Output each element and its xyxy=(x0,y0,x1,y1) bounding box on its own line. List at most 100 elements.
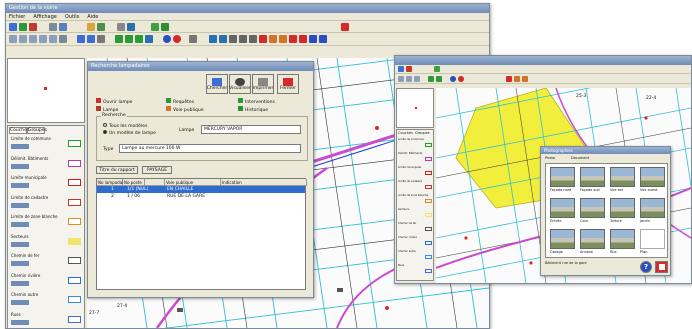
photo-thumbnail[interactable] xyxy=(610,198,635,218)
layer-visibility-icon[interactable] xyxy=(11,222,29,227)
photo-thumbnail[interactable] xyxy=(550,229,575,249)
right-layers-tab-couches[interactable]: Couches xyxy=(398,131,413,135)
col-header-no-poste[interactable]: No poste xyxy=(123,179,145,186)
layer-row[interactable]: Limite de commune xyxy=(398,138,433,151)
layer-style-swatch[interactable] xyxy=(68,276,81,284)
layer-style-swatch[interactable] xyxy=(68,140,81,147)
snap-icon[interactable] xyxy=(209,35,217,43)
tab-photo[interactable]: Photo xyxy=(545,156,555,160)
layers-icon[interactable] xyxy=(29,22,37,31)
layer-visibility-icon[interactable] xyxy=(11,202,29,208)
option-historique[interactable]: Historique xyxy=(238,106,268,113)
layer-row[interactable]: Chemin rivière xyxy=(398,236,433,249)
layer-visibility-icon[interactable] xyxy=(11,319,29,325)
refresh-icon[interactable] xyxy=(145,35,153,43)
right-layers-tab-groupes[interactable]: Groupes xyxy=(415,131,430,135)
redo-icon[interactable] xyxy=(299,35,307,43)
table-green-icon[interactable] xyxy=(161,22,169,31)
col-header-blank[interactable] xyxy=(145,179,165,186)
forward-icon[interactable] xyxy=(319,35,327,43)
layer-visibility-icon[interactable] xyxy=(11,163,29,169)
layer-style-swatch[interactable] xyxy=(425,143,432,147)
layer-row[interactable]: Rues xyxy=(10,311,84,329)
tab-titre-rapport[interactable]: Titre du rapport xyxy=(96,166,138,174)
layer-row[interactable]: Limite municipale xyxy=(10,174,84,192)
select-arrow-icon[interactable] xyxy=(9,35,17,43)
export-icon[interactable] xyxy=(151,22,159,31)
layer-style-swatch[interactable] xyxy=(68,179,81,186)
layer-visibility-icon[interactable] xyxy=(11,280,29,286)
info-icon[interactable] xyxy=(77,35,85,43)
photo-thumbnail[interactable] xyxy=(610,229,635,249)
paste-icon[interactable] xyxy=(279,35,287,43)
stop-icon[interactable] xyxy=(458,75,464,82)
edit-icon[interactable] xyxy=(219,35,227,43)
col-header-no-lampadaire[interactable]: No lampadaire xyxy=(97,179,127,186)
layer-row[interactable]: Limite municipale xyxy=(398,166,433,179)
chart-icon[interactable] xyxy=(87,22,95,31)
photo-thumbnail[interactable] xyxy=(610,167,635,187)
layer-row[interactable]: Délimit. Bâtiments xyxy=(398,152,433,165)
layers-icon[interactable] xyxy=(406,66,412,72)
paste-icon[interactable] xyxy=(522,75,528,82)
layer-row[interactable]: Limite de cadastre xyxy=(10,194,84,212)
layer-row[interactable]: Chemin rivière xyxy=(10,272,84,290)
select-arrow-icon[interactable] xyxy=(398,75,404,82)
photo-thumbnail[interactable] xyxy=(580,167,605,187)
option-voie-publique[interactable]: Voie publique xyxy=(166,106,203,113)
settings-icon[interactable] xyxy=(189,35,197,43)
layer-row[interactable]: Limite de cadastre xyxy=(398,180,433,193)
layer-style-swatch[interactable] xyxy=(425,255,432,259)
layer-row[interactable]: Chemin de fer xyxy=(10,252,84,270)
photo-thumbnail[interactable] xyxy=(640,167,665,187)
stop-icon[interactable] xyxy=(173,35,181,43)
zoom-in-icon[interactable] xyxy=(115,35,123,43)
layer-row[interactable]: Secteurs xyxy=(398,208,433,221)
tab-document[interactable]: Document xyxy=(571,156,589,160)
layers-tab-groupes[interactable]: Groupes xyxy=(27,127,47,134)
menu-outils[interactable]: Outils xyxy=(65,13,79,20)
option-requetes[interactable]: Requêtes xyxy=(166,98,194,105)
photo-thumbnail[interactable] xyxy=(550,167,575,187)
draw-line-icon[interactable] xyxy=(229,35,237,43)
photo-thumbnail[interactable] xyxy=(550,198,575,218)
open-icon[interactable] xyxy=(398,66,404,72)
layer-row[interactable]: Limite de zone blanche xyxy=(10,213,84,231)
select-rect-icon[interactable] xyxy=(406,75,412,82)
help-button[interactable]: ? xyxy=(640,261,652,273)
close-button[interactable]: Fermer xyxy=(277,74,299,94)
report-icon[interactable] xyxy=(97,22,105,31)
col-header-indication[interactable]: Indication xyxy=(221,179,307,186)
layer-visibility-icon[interactable] xyxy=(11,261,29,266)
layer-style-swatch[interactable] xyxy=(425,269,432,273)
draw-poly-icon[interactable] xyxy=(239,35,247,43)
layer-row[interactable]: Chemin de fer xyxy=(398,222,433,235)
layer-style-swatch[interactable] xyxy=(425,185,432,189)
layer-style-swatch[interactable] xyxy=(68,296,81,303)
table-row[interactable]: 1 1/1 (NUL) EN CHAILLE xyxy=(97,186,305,193)
export-icon[interactable] xyxy=(434,66,440,72)
zoom-in-icon[interactable] xyxy=(428,75,434,82)
layer-row[interactable]: Chemin autre xyxy=(10,291,84,309)
close-photo-button[interactable] xyxy=(655,261,668,273)
pan-icon[interactable] xyxy=(414,75,420,82)
option-lampe[interactable]: Lampe xyxy=(96,106,118,113)
layer-style-swatch[interactable] xyxy=(68,257,81,264)
copy-icon[interactable] xyxy=(514,75,520,82)
layer-row[interactable]: Chemin autre xyxy=(398,250,433,263)
layer-row[interactable]: Délimit. Bâtiments xyxy=(10,155,84,173)
lampe-select[interactable]: MERCURY VAPOR xyxy=(201,125,301,134)
layer-row[interactable]: Limite de zone blanche xyxy=(398,194,433,207)
overview-map[interactable] xyxy=(7,58,85,123)
select-circle-icon[interactable] xyxy=(39,35,47,43)
select-line-icon[interactable] xyxy=(49,35,57,43)
photo-icon[interactable] xyxy=(127,22,135,31)
alert-icon[interactable] xyxy=(341,22,349,31)
option-interventions[interactable]: Interventions xyxy=(238,98,275,105)
radio-un-modele[interactable]: Un modèle de lampe xyxy=(103,130,156,136)
select-rect-icon[interactable] xyxy=(29,35,37,43)
measure-icon[interactable] xyxy=(97,35,105,43)
query-icon[interactable] xyxy=(87,35,95,43)
layer-style-swatch[interactable] xyxy=(425,227,432,231)
table-icon[interactable] xyxy=(49,22,57,31)
